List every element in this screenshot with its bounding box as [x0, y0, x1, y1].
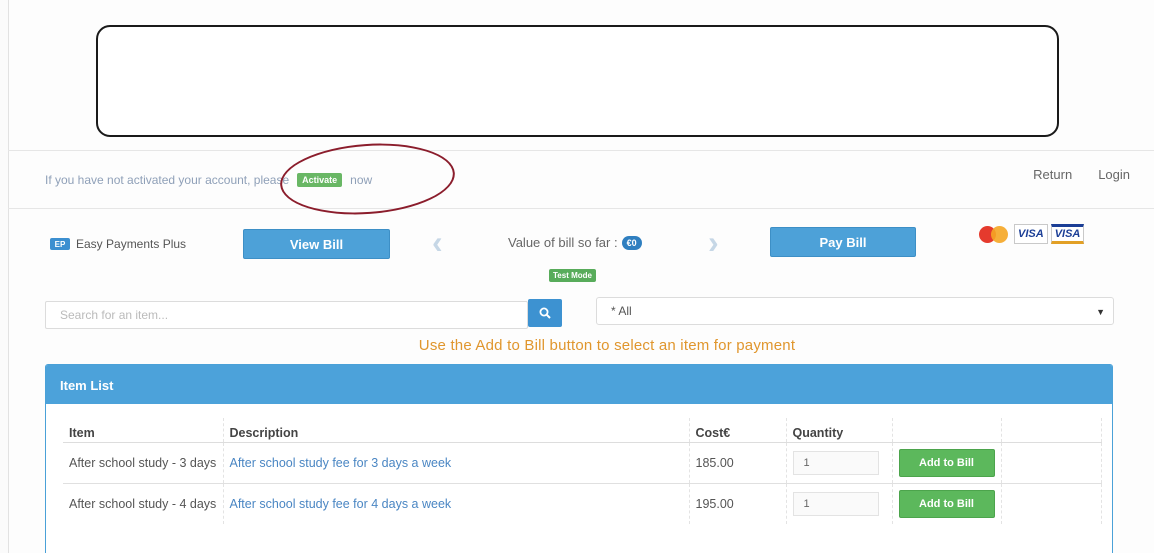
chevron-down-icon: ▼ — [1096, 307, 1105, 317]
brand-name: Easy Payments Plus — [76, 237, 187, 251]
action-cell: Add to Bill — [892, 442, 1002, 484]
item-description[interactable]: After school study fee for 4 days a week — [223, 483, 690, 524]
spacer-cell — [1001, 483, 1102, 524]
return-link[interactable]: Return — [1033, 167, 1072, 182]
quantity-cell: 1 — [786, 442, 893, 484]
bill-value-label: Value of bill so far : — [508, 235, 618, 250]
brand-logo-icon: EP — [50, 238, 70, 250]
quantity-input[interactable]: 1 — [792, 492, 879, 516]
spacer-cell — [1001, 442, 1102, 484]
item-cost: 195.00 — [689, 483, 787, 524]
search-input[interactable] — [45, 301, 528, 329]
login-link[interactable]: Login — [1098, 167, 1130, 182]
chevron-left-icon[interactable]: ‹ — [432, 226, 443, 258]
table-row: After school study - 3 days After school… — [63, 442, 1102, 484]
search-icon — [539, 307, 551, 319]
category-selected: * All — [611, 304, 632, 318]
action-cell: Add to Bill — [892, 483, 1002, 524]
visa-electron-icon: VISA — [1050, 224, 1085, 244]
search-button[interactable] — [528, 299, 562, 327]
column-header-description: Description — [223, 418, 690, 443]
table-header-row: Item Description Cost€ Quantity — [63, 418, 1102, 443]
column-header-action — [892, 418, 1002, 443]
item-list-panel: Item List Item Description Cost€ Quantit… — [45, 364, 1113, 553]
view-bill-button[interactable]: View Bill — [243, 229, 390, 259]
header-banner-redacted — [96, 25, 1059, 137]
item-name: After school study - 4 days — [63, 483, 224, 524]
item-name: After school study - 3 days — [63, 442, 224, 484]
payment-cards: VISA VISA — [979, 224, 1085, 244]
bill-value: Value of bill so far : €0 — [508, 235, 642, 250]
item-description[interactable]: After school study fee for 3 days a week — [223, 442, 690, 484]
test-mode-badge: Test Mode — [549, 269, 596, 282]
mastercard-icon — [979, 224, 1011, 244]
brand: EP Easy Payments Plus — [50, 237, 186, 251]
quantity-input[interactable]: 1 — [792, 451, 879, 475]
instruction-text: Use the Add to Bill button to select an … — [418, 337, 796, 354]
pay-bill-button[interactable]: Pay Bill — [770, 227, 916, 257]
category-select[interactable]: * All ▼ — [596, 297, 1114, 325]
divider — [8, 150, 1154, 151]
chevron-right-icon[interactable]: › — [708, 226, 719, 258]
item-cost: 185.00 — [689, 442, 787, 484]
add-to-bill-button[interactable]: Add to Bill — [898, 490, 995, 518]
top-nav: Return Login — [1033, 167, 1130, 182]
column-header-item: Item — [63, 418, 224, 443]
table-row: After school study - 4 days After school… — [63, 483, 1102, 524]
item-list-title: Item List — [46, 365, 1112, 404]
quantity-cell: 1 — [786, 483, 893, 524]
activation-prefix: If you have not activated your account, … — [45, 173, 290, 187]
visa-icon: VISA — [1014, 224, 1048, 244]
column-header-quantity: Quantity — [786, 418, 893, 443]
add-to-bill-button[interactable]: Add to Bill — [898, 449, 995, 477]
column-header-cost: Cost€ — [689, 418, 787, 443]
bill-value-badge: €0 — [621, 235, 642, 250]
divider — [8, 208, 1154, 209]
item-table: Item Description Cost€ Quantity After sc… — [63, 418, 1102, 524]
column-header-spacer — [1001, 418, 1102, 443]
